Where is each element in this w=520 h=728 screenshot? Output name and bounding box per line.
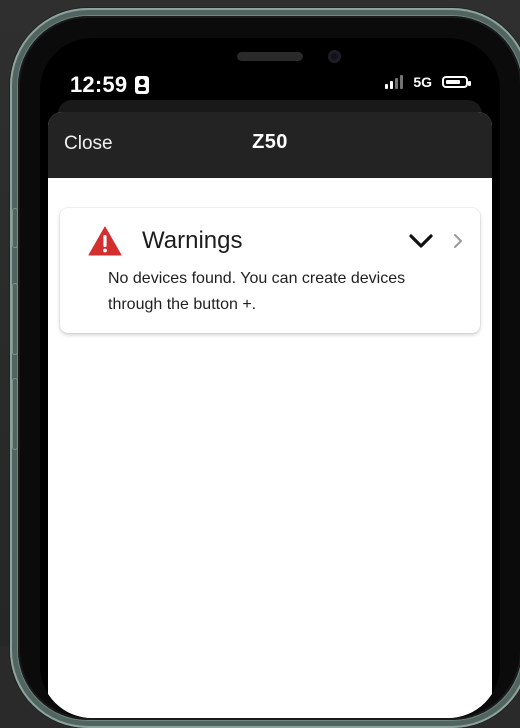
cellular-signal-icon bbox=[385, 75, 403, 89]
modal-header: Close Z50 bbox=[48, 112, 492, 178]
status-left: 12:59 bbox=[70, 72, 149, 98]
chevron-down-icon[interactable] bbox=[408, 232, 434, 250]
warnings-message: No devices found. You can create devices… bbox=[108, 266, 460, 318]
status-time: 12:59 bbox=[70, 72, 127, 98]
status-right: 5G bbox=[385, 74, 468, 90]
warnings-title: Warnings bbox=[142, 227, 408, 255]
phone-bezel: 12:59 5G bbox=[18, 16, 520, 720]
person-badge-icon bbox=[135, 76, 149, 94]
warnings-card[interactable]: Warnings No devices found. You can creat… bbox=[60, 208, 480, 333]
close-button[interactable]: Close bbox=[64, 133, 113, 155]
phone-frame: 12:59 5G bbox=[10, 8, 520, 728]
network-label: 5G bbox=[413, 74, 432, 90]
battery-icon bbox=[442, 76, 468, 88]
phone-screen: 12:59 5G bbox=[40, 38, 500, 718]
warning-triangle-icon bbox=[88, 226, 122, 256]
modal-content: Warnings No devices found. You can creat… bbox=[48, 178, 492, 718]
chevron-right-icon[interactable] bbox=[452, 232, 464, 250]
modal-sheet: Close Z50 Warnings bbox=[48, 112, 492, 718]
battery-fill bbox=[446, 80, 460, 84]
status-bar: 12:59 5G bbox=[40, 38, 500, 102]
modal-title: Z50 bbox=[252, 131, 288, 154]
warnings-card-header[interactable]: Warnings bbox=[88, 224, 464, 258]
